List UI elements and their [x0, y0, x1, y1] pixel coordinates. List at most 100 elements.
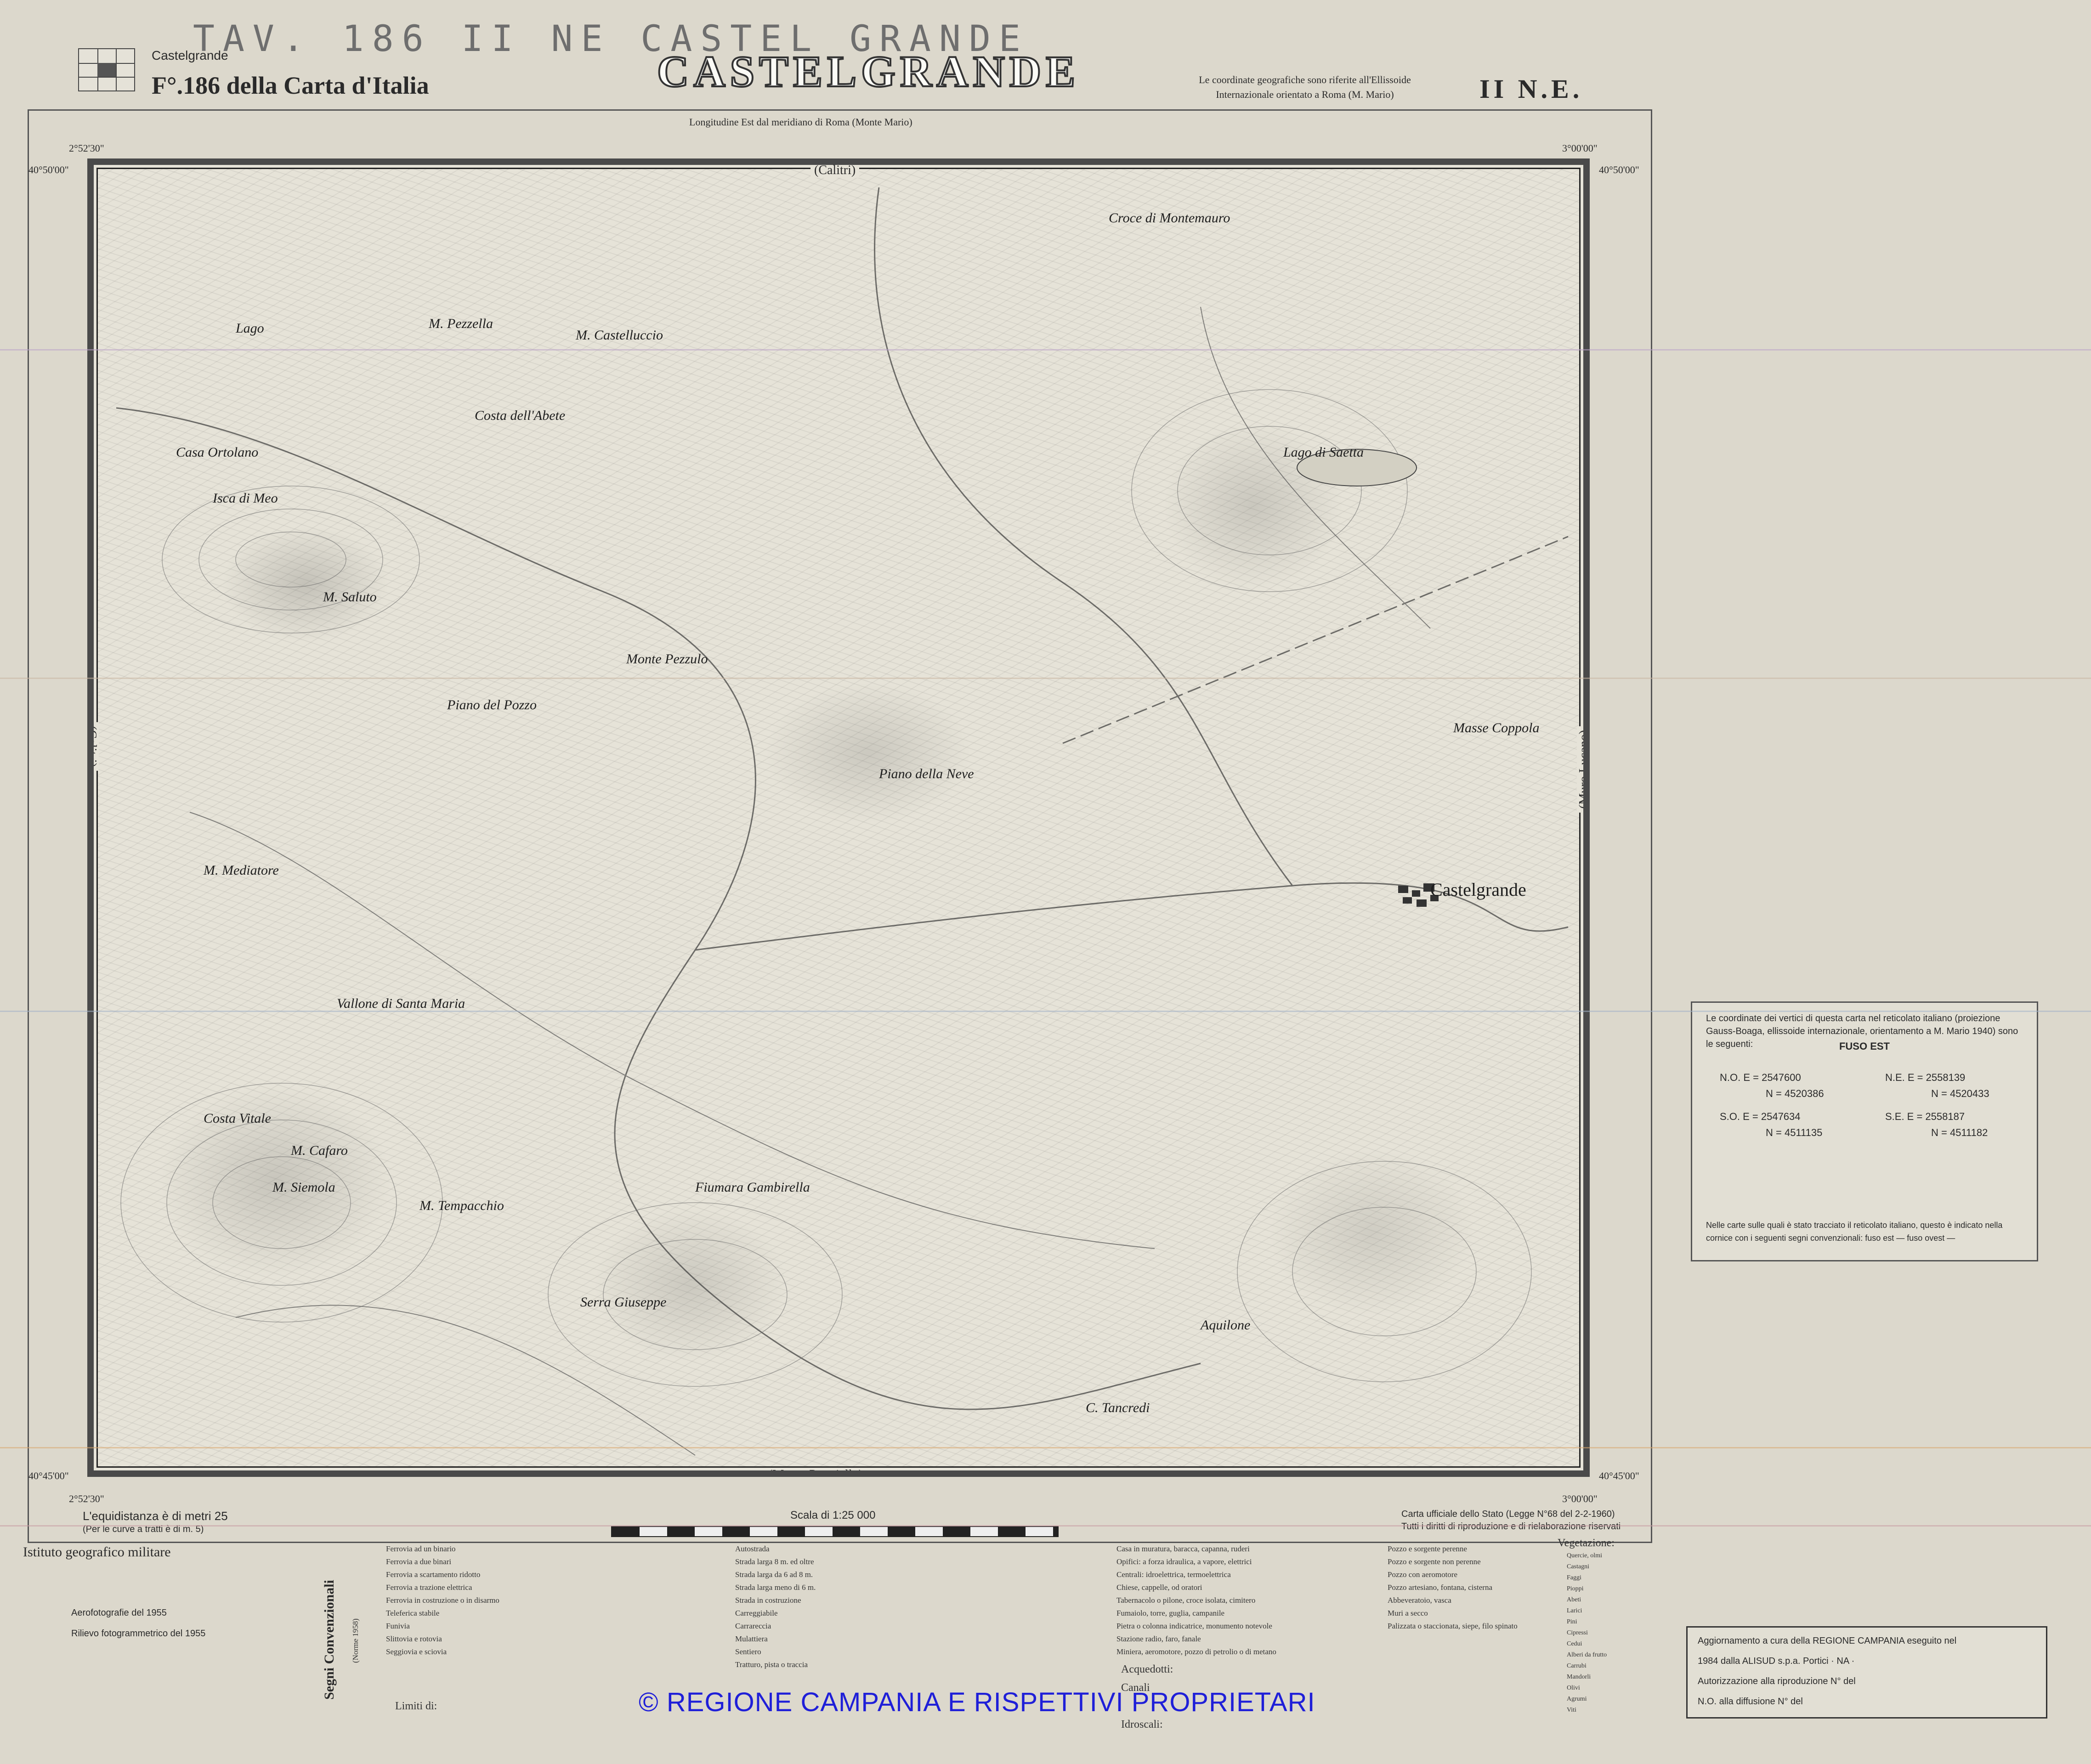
legend-item: Larici	[1567, 1607, 1582, 1614]
legend-item: Stazione radio, faro, fanale	[1116, 1634, 1201, 1643]
legend-rail: Ferrovia ad un binario Ferrovia a due bi…	[386, 1543, 499, 1658]
place-label: M. Tempacchio	[419, 1198, 504, 1213]
contour	[120, 1083, 443, 1323]
legend-item: Strada larga da 6 ad 8 m.	[735, 1570, 813, 1579]
legend-item: Pozzo e sorgente perenne	[1388, 1544, 1467, 1553]
map-linework	[116, 187, 1569, 1456]
scan-stripe	[0, 678, 2091, 679]
contour	[1292, 1207, 1477, 1336]
place-label: Castelgrande	[1430, 879, 1526, 900]
legend-item: Viti	[1567, 1707, 1576, 1713]
legend-item: Chiese, cappelle, od oratori	[1116, 1583, 1202, 1592]
legend-item: Tratturo, pista o traccia	[735, 1660, 808, 1669]
coord-se-e: S.E. E = 2558187	[1885, 1111, 1965, 1122]
place-label: Croce di Montemauro	[1109, 210, 1230, 226]
legend-item: Pozzo e sorgente non perenne	[1388, 1557, 1481, 1566]
update-line-2: 1984 dalla ALISUD s.p.a. Portici · NA ·	[1698, 1656, 1855, 1666]
legend-vegetation: Quercie, olmi Castagni Faggi Pioppi Abet…	[1567, 1550, 1607, 1716]
corner-tl-lon: 2°52'30"	[69, 142, 104, 154]
legend-item: Abbeveratoio, vasca	[1388, 1596, 1451, 1605]
legend-item: Miniera, aeromotore, pozzo di petrolio o…	[1116, 1647, 1276, 1656]
ellipsoid-note: Le coordinate geografiche sono riferite …	[1176, 73, 1434, 102]
ellipsoid-line-2: Internazionale orientato a Roma (M. Mari…	[1216, 89, 1394, 100]
legend-item: Pioppi	[1567, 1585, 1584, 1592]
grid-note: Nelle carte sulle quali è stato tracciat…	[1706, 1221, 2003, 1243]
place-label: Casa Ortolano	[176, 445, 259, 460]
update-line-1: Aggiornamento a cura della REGIONE CAMPA…	[1698, 1636, 1957, 1646]
corner-bl-lon: 2°52'30"	[69, 1493, 104, 1504]
legend-item: Seggiovia e sciovia	[386, 1647, 447, 1656]
legend-wells: Pozzo e sorgente perenne Pozzo e sorgent…	[1388, 1543, 1518, 1633]
legend-item: Cedui	[1567, 1640, 1582, 1647]
coord-so-n: N = 4511135	[1766, 1127, 1823, 1138]
legend-item: Cipressi	[1567, 1629, 1588, 1636]
legend-item: Agrumi	[1567, 1696, 1587, 1702]
legend-item: Funivia	[386, 1622, 410, 1630]
road-main	[116, 407, 1201, 1410]
copyright-watermark: © REGIONE CAMPANIA E RISPETTIVI PROPRIET…	[639, 1687, 1315, 1717]
legend-item: Alberi da frutto	[1567, 1651, 1607, 1658]
coord-no-n: N = 4520386	[1766, 1088, 1824, 1099]
scale-label: Scala di 1:25 000	[790, 1509, 876, 1521]
foglio-label: F°.186 della Carta d'Italia	[152, 72, 429, 99]
idroscali-label: Idroscali:	[1121, 1719, 1163, 1730]
map-title: CASTELGRANDE	[656, 46, 1080, 97]
legend-item: Pini	[1567, 1618, 1577, 1625]
topographic-map[interactable]: Castelgrande Lago di Saetta M. Cafaro M.…	[87, 158, 1590, 1477]
grid-coordinates-panel: Le coordinate dei vertici di questa cart…	[1691, 1001, 2038, 1261]
place-label: M. Siemola	[272, 1180, 335, 1195]
sheet-name: Castelgrande	[152, 48, 228, 62]
update-line-3: Autorizzazione alla riproduzione N° del	[1698, 1676, 1856, 1686]
legend-item: Abeti	[1567, 1596, 1581, 1603]
legend-item: Tabernacolo o pilone, croce isolata, cim…	[1116, 1596, 1256, 1605]
contour	[1237, 1161, 1532, 1382]
legend-item: Carreggiabile	[735, 1609, 778, 1617]
legend-item: Pietra o colonna indicatrice, monumento …	[1116, 1622, 1272, 1630]
legend-buildings: Casa in muratura, baracca, capanna, rude…	[1116, 1543, 1276, 1658]
segni-convenzionali: Segni Convenzionali	[322, 1580, 337, 1700]
rilievo-note: Rilievo fotogrammetrico del 1955	[71, 1628, 206, 1639]
legend-item: Ferrovia a trazione elettrica	[386, 1583, 472, 1592]
place-label: Masse Coppola	[1453, 720, 1540, 735]
update-line-4: N.O. alla diffusione N° del	[1698, 1696, 1803, 1707]
coord-no-e: N.O. E = 2547600	[1720, 1072, 1801, 1083]
scan-stripe	[0, 349, 2091, 351]
official-map-note: Carta ufficiale dello Stato (Legge N°68 …	[1401, 1509, 1615, 1519]
corner-tl-lat: 40°50'00"	[28, 164, 69, 175]
legend-item: Autostrada	[735, 1544, 770, 1553]
legend-item: Carrareccia	[735, 1622, 771, 1630]
sheet-index-grid	[78, 48, 135, 91]
corner-tr-lon: 3°00'00"	[1562, 142, 1598, 154]
ellipsoid-line-1: Le coordinate geografiche sono riferite …	[1199, 74, 1411, 85]
vegetazione-label: Vegetazione:	[1558, 1537, 1615, 1549]
legend-item: Ferrovia a scartamento ridotto	[386, 1570, 481, 1579]
contour	[166, 1119, 397, 1286]
place-label: Lago di Saetta	[1283, 445, 1364, 460]
legend-item: Carrubi	[1567, 1662, 1587, 1669]
corner-tr-lat: 40°50'00"	[1599, 164, 1639, 175]
place-label: C. Tancredi	[1086, 1400, 1150, 1415]
coord-se-n: N = 4511182	[1931, 1127, 1988, 1138]
place-label: M. Castelluccio	[576, 328, 663, 343]
corner-br-lat: 40°45'00"	[1599, 1470, 1639, 1481]
place-label: Costa Vitale	[204, 1111, 271, 1126]
scan-stripe	[0, 1011, 2091, 1012]
legend-item: Pozzo con aeromotore	[1388, 1570, 1457, 1579]
place-label: Piano del Pozzo	[447, 697, 537, 712]
corner-br-lon: 3°00'00"	[1562, 1493, 1598, 1504]
legend-item: Casa in muratura, baracca, capanna, rude…	[1116, 1544, 1250, 1553]
contour	[1131, 389, 1408, 592]
railway-line	[1062, 536, 1569, 744]
acquedotti-label: Acquedotti:	[1121, 1663, 1173, 1675]
quadrant-label: II N.E.	[1479, 74, 1583, 104]
scale-bar	[611, 1526, 1059, 1537]
legend-item: Sentiero	[735, 1647, 761, 1656]
legend-item: Fumaiolo, torre, guglia, campanile	[1116, 1609, 1225, 1617]
edge-label-right: (Muro Lucano)	[1576, 726, 1583, 813]
scan-stripe	[0, 1447, 2091, 1448]
update-info-box: Aggiornamento a cura della REGIONE CAMPA…	[1686, 1626, 2047, 1719]
legend-item: Centrali: idroelettrica, termoelettrica	[1116, 1570, 1231, 1579]
corner-bl-lat: 40°45'00"	[28, 1470, 69, 1481]
legend-item: Ferrovia ad un binario	[386, 1544, 456, 1553]
place-label: M. Pezzella	[429, 316, 493, 331]
